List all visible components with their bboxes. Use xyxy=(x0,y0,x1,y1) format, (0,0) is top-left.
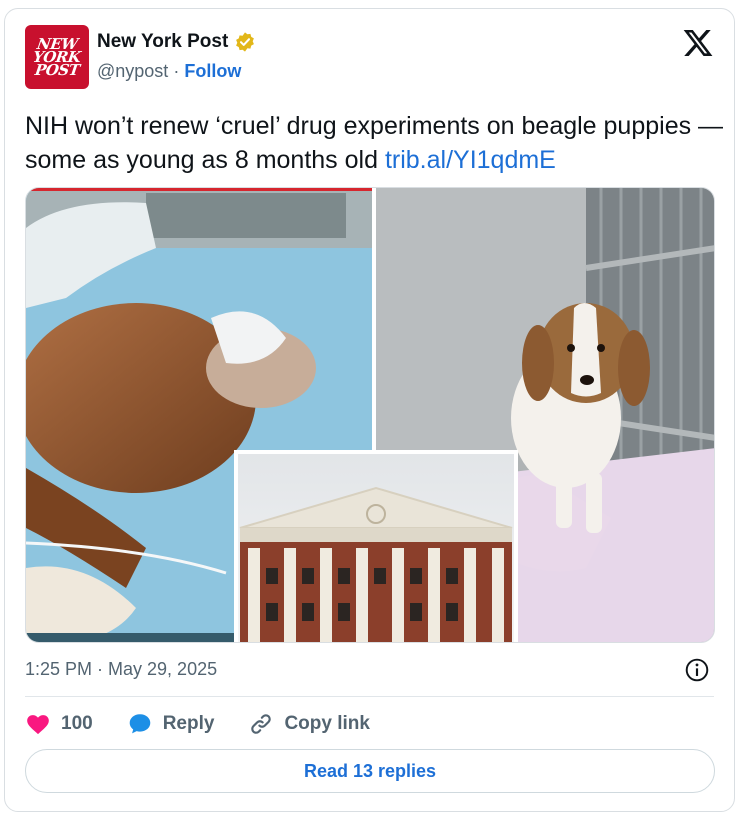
media-collage xyxy=(26,188,714,642)
tweet-timestamp[interactable]: 1:25 PM · May 29, 2025 xyxy=(25,659,217,680)
speech-bubble-icon xyxy=(129,714,150,734)
handle-separator: · xyxy=(173,61,180,81)
link-icon xyxy=(251,714,272,734)
handle-row: @nypost · Follow xyxy=(97,61,241,82)
tweet-link[interactable]: trib.al/YI1qdmE xyxy=(385,146,556,174)
copy-link-label: Copy link xyxy=(284,713,370,734)
action-bar: 100 Reply Copy link xyxy=(25,709,404,739)
nih-building-image xyxy=(234,450,518,642)
follow-link[interactable]: Follow xyxy=(184,61,241,81)
copy-link-button[interactable]: Copy link xyxy=(248,711,370,737)
read-replies-button[interactable]: Read 13 replies xyxy=(25,749,715,793)
tweet-card: NEW YORK POST New York Post @nypost · Fo… xyxy=(4,8,735,812)
author-handle[interactable]: @nypost xyxy=(97,61,168,81)
author-name-row: New York Post xyxy=(97,31,256,53)
reply-button[interactable]: Reply xyxy=(127,711,215,737)
info-icon[interactable] xyxy=(684,657,710,683)
divider xyxy=(25,696,714,697)
tweet-body: NIH won’t renew ‘cruel’ drug experiments… xyxy=(25,112,724,174)
like-button[interactable]: 100 xyxy=(25,711,93,737)
author-name[interactable]: New York Post xyxy=(97,31,228,53)
tweet-text: NIH won’t renew ‘cruel’ drug experiments… xyxy=(25,109,725,177)
heart-icon xyxy=(27,715,49,735)
x-logo-icon[interactable] xyxy=(682,27,714,59)
verified-badge-icon xyxy=(236,32,255,52)
like-count: 100 xyxy=(61,713,93,734)
nypost-avatar[interactable]: NEW YORK POST xyxy=(25,25,89,89)
tweet-media[interactable] xyxy=(25,187,715,643)
reply-label: Reply xyxy=(162,713,215,734)
read-replies-label: Read 13 replies xyxy=(303,760,437,781)
logo-line-3: POST xyxy=(33,60,81,79)
